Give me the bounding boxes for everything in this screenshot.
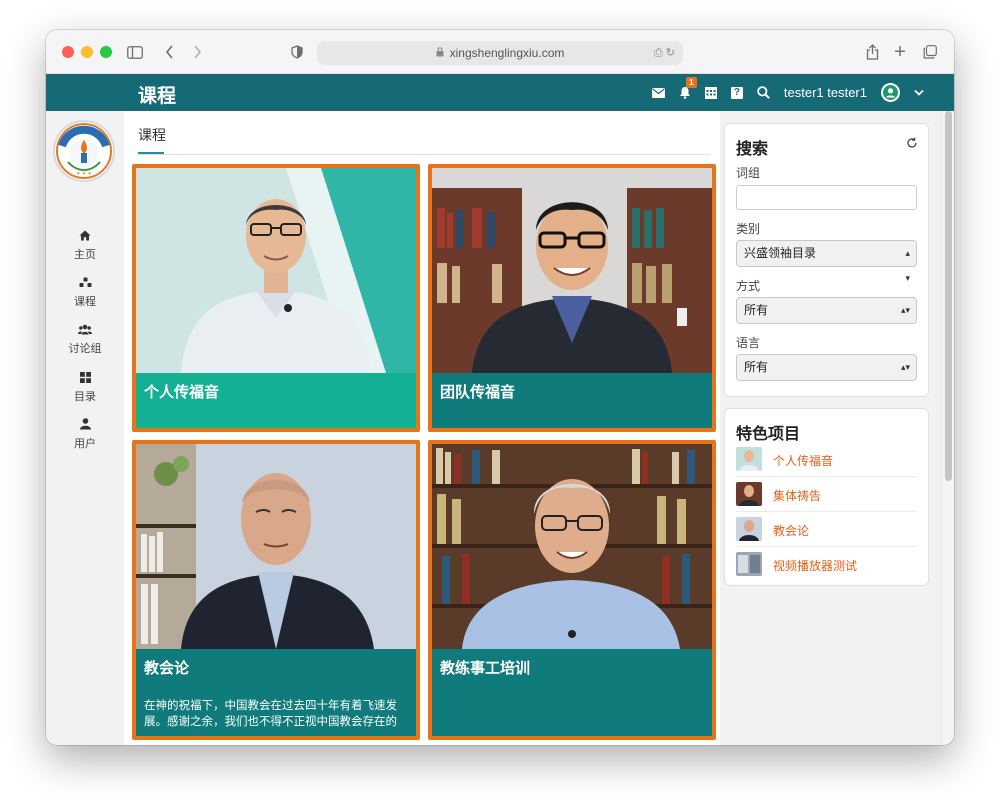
featured-thumbnail [736,517,762,541]
user-name[interactable]: tester1 tester1 [784,85,867,100]
privacy-shield-icon[interactable] [290,42,304,62]
nav-item-courses[interactable]: 课程 [46,276,124,309]
nav-item-groups[interactable]: 讨论组 [46,323,124,356]
featured-title: 特色项目 [736,426,801,443]
course-card[interactable]: 团队传福音 [428,164,716,432]
new-tab-icon[interactable]: + [892,41,908,63]
reset-icon[interactable] [906,136,918,154]
translate-reload-icon[interactable]: ⎙ ↻ [654,46,675,60]
url-text: xingshenglingxiu.com [449,46,565,60]
page-title: 课程 [138,86,177,107]
avatar[interactable] [881,83,900,102]
course-thumbnail [432,444,712,649]
featured-thumbnail [736,447,762,471]
nav-item-home[interactable]: 主页 [46,229,124,262]
zoom-window-button[interactable] [100,46,112,58]
featured-thumbnail [736,482,762,506]
catalog-icon [46,371,124,386]
featured-thumbnail [736,552,762,576]
nav-label-catalog: 目录 [74,391,96,403]
course-card[interactable]: 个人传福音 [132,164,420,432]
browser-toolbar: xingshenglingxiu.com ⎙ ↻ + [46,30,954,74]
featured-item[interactable]: 教会论 [736,512,917,547]
course-thumbnail [136,168,416,373]
category-select[interactable]: 兴盛领袖目录 ▴ ▾ [736,240,917,283]
calendar-icon[interactable] [704,86,717,99]
user-icon [46,418,124,433]
share-icon[interactable] [864,42,880,62]
lock-icon [436,46,444,60]
mode-label: 方式 [736,279,761,293]
course-caption: 教会论 在神的祝福下，中国教会在过去四十年有着飞速发展。感谢之余，我们也不得不正… [136,649,416,736]
group-icon [46,323,124,338]
nav-label-courses: 课程 [74,296,96,308]
course-thumbnail [136,444,416,649]
select-arrows-icon: ▴▾ [900,362,910,372]
course-description: 在神的祝福下，中国教会在过去四十年有着飞速发展。感谢之余，我们也不得不正视中国教… [144,700,397,728]
notification-badge: 1 [685,77,697,88]
course-title[interactable]: 教会论 [144,657,189,678]
featured-item-label[interactable]: 教会论 [773,522,809,539]
course-caption: 团队传福音 [432,373,712,428]
course-card[interactable]: 教会论 在神的祝福下，中国教会在过去四十年有着飞速发展。感谢之余，我们也不得不正… [132,440,420,740]
browser-window: xingshenglingxiu.com ⎙ ↻ + 课程 1 ? tester… [46,30,954,745]
featured-item[interactable]: 个人传福音 [736,442,917,477]
mode-value: 所有 [744,303,769,317]
language-value: 所有 [744,360,769,374]
address-bar[interactable]: xingshenglingxiu.com ⎙ ↻ [317,41,683,65]
term-label: 词组 [736,166,761,180]
mode-select[interactable]: 所有 ▴▾ [736,297,917,324]
forward-icon[interactable] [190,42,204,62]
course-title[interactable]: 教练事工培训 [440,657,530,678]
course-caption: 教练事工培训 [432,649,712,736]
main-content: 课程 个人传福音 团队传福音 教会论 在神的祝福下，中国教会在过去四十年有着飞速… [124,111,720,745]
search-icon[interactable] [757,86,770,99]
select-arrows-icon: ▴▾ [900,305,910,315]
nav-item-catalog[interactable]: 目录 [46,371,124,404]
term-input[interactable] [736,185,917,210]
courses-icon [46,276,124,291]
nav-label-user: 用户 [74,438,96,450]
page-scrollbar[interactable] [941,111,954,745]
featured-item-label[interactable]: 个人传福音 [773,452,833,469]
category-label: 类别 [736,222,761,236]
search-panel: 搜索 词组 类别 兴盛领袖目录 ▴ ▾ 方式 所有 ▴▾ 语言 所有 ▴▾ [724,123,929,397]
notification-bell-icon[interactable]: 1 [679,77,697,99]
course-title[interactable]: 个人传福音 [144,381,219,402]
home-icon [46,229,124,244]
chevron-down-icon[interactable] [914,89,924,96]
featured-item[interactable]: 集体祷告 [736,477,917,512]
language-label: 语言 [736,336,761,350]
tab-courses[interactable]: 课程 [138,125,166,145]
language-select[interactable]: 所有 ▴▾ [736,354,917,381]
help-icon[interactable]: ? [730,86,743,99]
featured-panel: 特色项目 个人传福音 集体祷告 教会论 视频播放器测试 [724,408,929,586]
featured-item-label[interactable]: 集体祷告 [773,487,821,504]
select-arrows-icon: ▴▾ [905,248,910,283]
scrollbar-thumb[interactable] [945,111,952,481]
mail-icon[interactable] [651,87,665,98]
nav-label-groups: 讨论组 [68,343,102,355]
minimize-window-button[interactable] [81,46,93,58]
featured-item[interactable]: 视频播放器测试 [736,547,917,582]
nav-label-home: 主页 [74,249,96,261]
tab-divider [138,154,710,155]
right-sidebar: 搜索 词组 类别 兴盛领袖目录 ▴▾ 方式 所有 ▴▾ 语言 所有 ▴▾ 特色 [720,111,940,745]
course-card[interactable]: 教练事工培训 [428,440,716,740]
app-header: 课程 1 ? tester1 tester1 [46,74,954,111]
course-thumbnail [432,168,712,373]
featured-item-label[interactable]: 视频播放器测试 [773,557,857,574]
search-title: 搜索 [736,141,769,158]
site-logo[interactable]: ✦ ✦ ✦ [53,120,115,182]
nav-item-user[interactable]: 用户 [46,418,124,451]
sidebar-toggle-icon[interactable] [126,42,144,62]
left-navigation: ✦ ✦ ✦ 主页 课程 讨论组 目录 用户 [46,111,124,745]
course-title[interactable]: 团队传福音 [440,381,515,402]
tab-overview-icon[interactable] [922,42,938,62]
close-window-button[interactable] [62,46,74,58]
svg-text:✦ ✦ ✦: ✦ ✦ ✦ [76,171,92,177]
course-caption: 个人传福音 [136,373,416,428]
category-value: 兴盛领袖目录 [744,246,817,260]
back-icon[interactable] [162,42,176,62]
